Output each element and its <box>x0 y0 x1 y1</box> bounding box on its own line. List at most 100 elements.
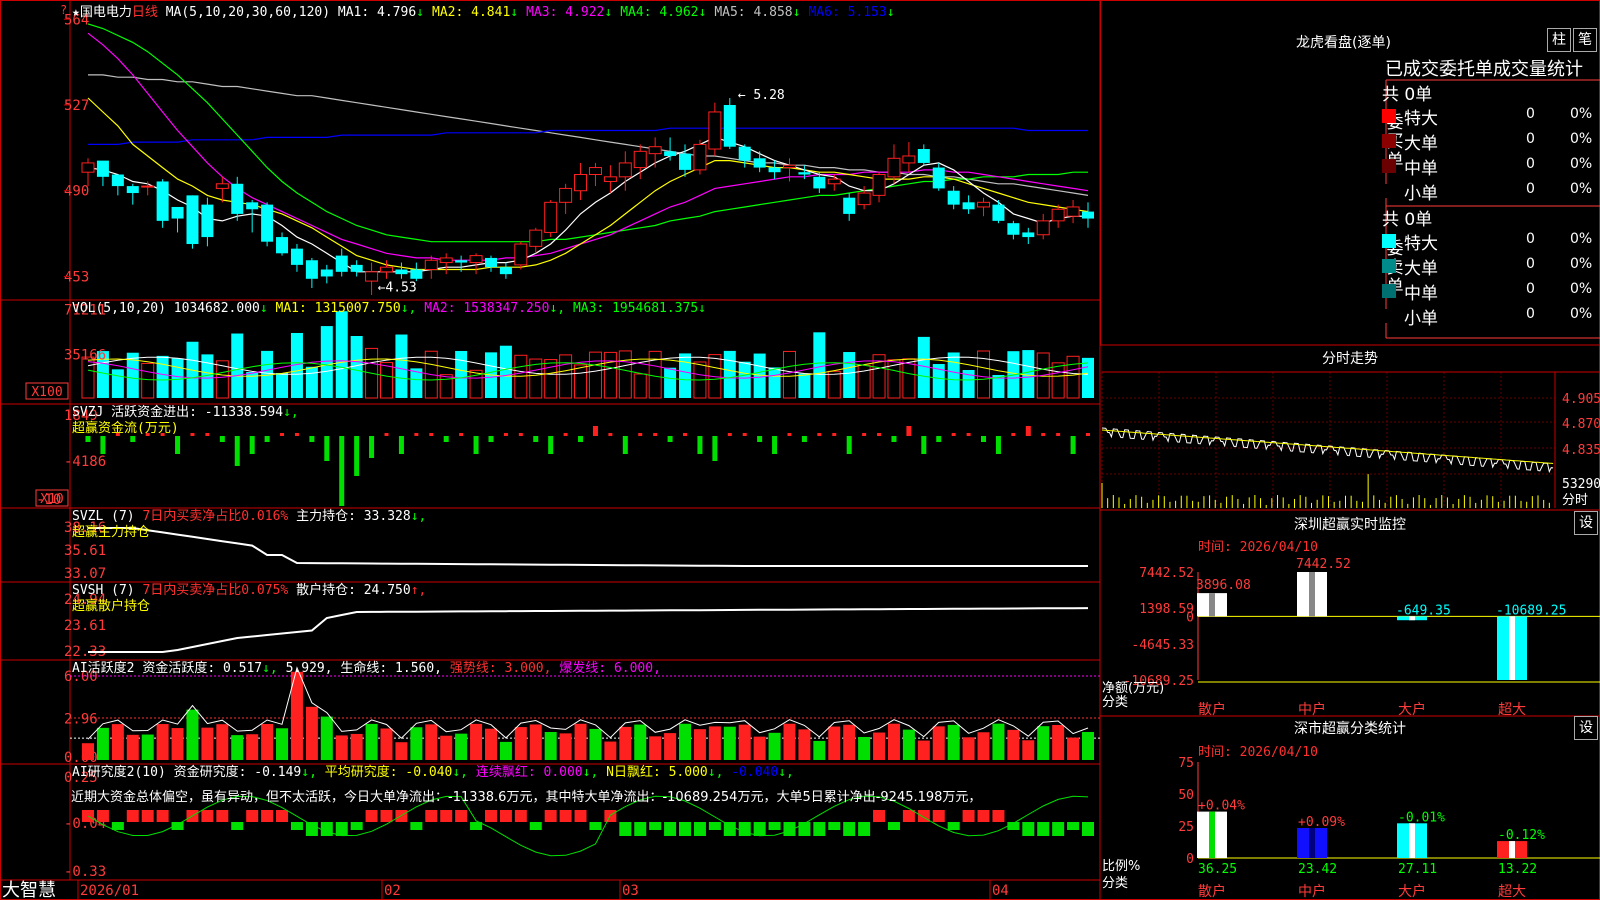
intraday-vol-label: 53290 <box>1562 477 1600 492</box>
activity-bar <box>380 728 393 760</box>
ma-arrow-4: ↓ <box>698 5 707 20</box>
activity-bar <box>305 706 318 760</box>
low-price-label: ←4.53 <box>378 280 417 295</box>
activity-bar <box>1022 740 1035 760</box>
favorite-star-icon[interactable]: ★ <box>72 5 80 20</box>
sell-row: 特大 0 0% <box>1378 229 1600 254</box>
ai-research-axis-label: -0.33 <box>64 864 106 880</box>
volume-bar-down <box>679 353 692 398</box>
research-bar <box>693 822 706 836</box>
candle-body-up <box>977 201 991 208</box>
research-bar <box>544 810 557 822</box>
svsh-header-part: ↑, <box>411 583 427 598</box>
vol-axis-label: 35166 <box>64 347 106 363</box>
svzl-axis-label: 33.07 <box>64 566 106 582</box>
volume-bar-up <box>574 364 588 399</box>
candle-body-down <box>186 195 199 245</box>
volume-bar-down <box>768 367 781 398</box>
svzj-unit-label: X10 <box>40 492 63 507</box>
candle-body-down <box>455 260 468 263</box>
sell-row: 中单 0 0% <box>1378 279 1600 304</box>
volume-bar-down <box>798 373 811 398</box>
volume-bar-up <box>439 374 453 399</box>
flow-bar-out <box>548 436 554 454</box>
volume-bar-down <box>335 311 348 398</box>
sell-row: 小单 0 0% <box>1378 304 1600 329</box>
ai-research-header-part: 平均研究度: -0.040 <box>325 764 453 780</box>
ai-active-axis-label: 2.96 <box>64 712 98 728</box>
svzl-header-part: ↓, <box>411 509 427 524</box>
period-label[interactable]: 日线 <box>132 5 158 20</box>
flow-bar-in <box>1086 433 1090 436</box>
activity-bar <box>499 741 512 760</box>
flow-bar-out <box>130 436 136 442</box>
flow-bar-in <box>518 433 523 436</box>
flow-bar-out <box>264 436 270 442</box>
monitor-category-label: 中户 <box>1298 701 1326 718</box>
order-pct: 0% <box>1570 156 1593 172</box>
intraday-avg-line <box>1101 429 1554 464</box>
candle-body-down <box>484 257 497 268</box>
research-bar <box>813 822 826 836</box>
flow-bar-in <box>638 433 643 436</box>
flow-bar-out <box>249 436 255 454</box>
candle-body-up <box>529 229 543 247</box>
volume-bar-down <box>1022 350 1035 398</box>
order-count: 0 <box>1526 156 1535 172</box>
svzl-axis-label: 35.61 <box>64 543 106 559</box>
order-count: 0 <box>1526 256 1535 272</box>
bar-mode-button[interactable]: 柱 <box>1547 28 1571 52</box>
sz-monitor-settings-button[interactable]: 设 <box>1574 511 1598 535</box>
ma-value-2: MA2: 4.841↓ <box>432 5 519 20</box>
monitor-category-label: 大户 <box>1398 701 1426 718</box>
class-bar-highlight <box>1309 828 1315 858</box>
research-bar <box>858 822 871 836</box>
candle-body-down <box>768 167 781 173</box>
volume-bar-down <box>738 361 751 398</box>
ai-research-header-part: ↓, <box>583 765 606 780</box>
research-bar <box>305 822 318 836</box>
ma-arrow-5: ↓ <box>792 5 801 20</box>
volume-bar-up <box>782 350 796 399</box>
flow-bar-out <box>443 436 449 442</box>
volume-bar-down <box>947 352 960 398</box>
flow-bar-out <box>309 436 315 442</box>
activity-bar <box>425 724 438 760</box>
candle-body-up <box>1036 220 1050 236</box>
color-swatch <box>1382 234 1396 248</box>
ai-active-header-part: AI活跃度2 <box>72 660 142 676</box>
monitor-category-label: 散户 <box>1198 701 1226 718</box>
activity-bar <box>82 743 94 760</box>
research-bar <box>246 810 259 822</box>
ai-research-header-part: -0.040 <box>731 765 778 780</box>
flow-bar-out <box>219 436 225 442</box>
flow-bar-in <box>951 433 956 436</box>
buy-row: 小单 0 0% <box>1378 179 1600 204</box>
svzj-header-part: ↓, <box>283 405 299 420</box>
research-bar <box>216 810 229 822</box>
tick-mode-button[interactable]: 笔 <box>1573 28 1597 52</box>
ai-active-header-part: 强势线: 3.000, <box>450 660 559 676</box>
activity-bar <box>858 736 871 760</box>
volume-bar-down <box>1082 357 1094 398</box>
flow-bar-in <box>862 433 867 436</box>
candle-body-down <box>1007 223 1020 235</box>
candle-body-down <box>261 204 274 242</box>
vol-header-part: 1034682.000 <box>174 301 260 316</box>
research-bar <box>619 822 632 836</box>
vol-unit-label: X100 <box>31 385 62 400</box>
ma-value-5: MA5: 4.858↓ <box>714 5 801 20</box>
candle-body-up <box>693 143 707 171</box>
flow-bar-out <box>801 436 807 442</box>
flow-bar-out <box>846 436 852 454</box>
candle-body-down <box>992 204 1005 221</box>
activity-bar <box>738 724 751 760</box>
research-bar <box>768 822 781 830</box>
flow-bar-out <box>772 436 778 454</box>
research-bar <box>350 822 363 830</box>
ma-arrow-6: ↓ <box>886 5 895 20</box>
vol-header-part: MA3: 1954681.375 <box>573 301 698 316</box>
vol-header-part: ↓, <box>401 301 424 316</box>
volume-bar-up <box>1051 362 1065 399</box>
sz-class-settings-button[interactable]: 设 <box>1574 716 1598 740</box>
